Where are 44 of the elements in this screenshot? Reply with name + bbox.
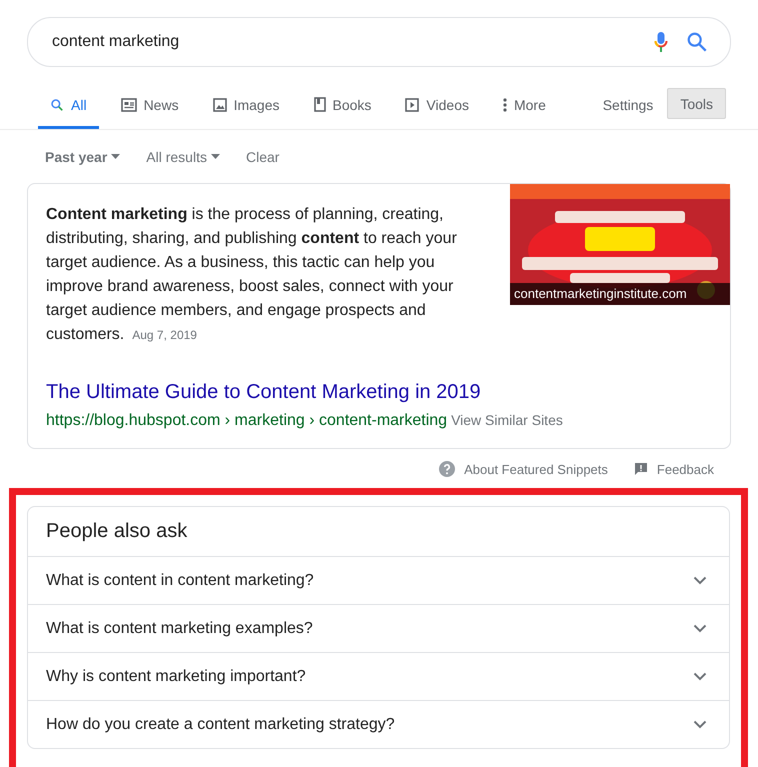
caret-icon [111,154,120,159]
search-tab[interactable]: All [38,83,99,129]
people-also-ask-heading: People also ask [45,519,188,544]
question-text[interactable]: What is content in content marketing? [46,572,314,590]
question-row[interactable]: Why is content marketing important? [28,652,729,700]
question-text[interactable]: What is content marketing examples? [46,620,313,638]
question-row[interactable]: How do you create a content marketing strategy? [28,700,729,748]
search-tab[interactable]: More [490,83,558,129]
more-icon [502,98,507,112]
help-icon [439,461,456,477]
clear-link[interactable]: Clear [246,148,280,164]
newspaper-icon [120,98,137,112]
search-tab[interactable]: News [108,83,191,129]
search-tab[interactable]: Images [200,83,292,129]
question-text[interactable]: How do you create a content marketing strategy? [46,716,395,734]
result-title-link[interactable]: The Ultimate Guide to Content Marketing in 2019 [46,381,730,404]
question-row[interactable]: What is content marketing examples? [28,604,729,652]
snippet-date: Aug 7, 2019 [132,328,197,342]
settings-link[interactable]: Settings [602,83,654,129]
play-icon [405,98,420,112]
microphone-icon[interactable] [654,31,668,53]
filter-dropdown[interactable]: Past year [45,148,120,164]
about-snippets-link[interactable]: About Featured Snippets [439,461,608,477]
caret-icon [210,154,220,159]
search-field[interactable]: content marketing [27,17,731,67]
snippet-text: Content marketing is the process of planning, creating, distributing, sharing, and publishing content to reach your target audience. As a business, this tactic can help you improve brand awareness, boost sales, connect with your target audience members, and engage prospects and customers. Aug 7, 2019 [45,205,458,345]
search-icon[interactable] [686,31,708,53]
view-similar-link[interactable]: View Similar Sites [451,412,563,428]
image-source-caption: contentmarketinginstitute.com [510,283,730,305]
search-tab[interactable]: Books [302,83,384,129]
about-snippets-text[interactable]: About Featured Snippets [464,462,608,476]
image-icon [212,98,227,112]
filter-dropdown[interactable]: All results [146,148,220,164]
search-tab[interactable]: Videos [393,83,481,129]
result-url: https://blog.hubspot.com › marketing › content-marketing [46,412,448,430]
book-icon [314,97,326,112]
search-input[interactable]: content marketing [50,32,636,52]
feedback-icon [634,462,648,476]
tools-button[interactable]: Tools [667,88,726,119]
feedback-text[interactable]: Feedback [656,462,714,476]
question-row[interactable]: What is content in content marketing? [28,556,729,604]
feedback-link[interactable]: Feedback [634,462,714,476]
question-text[interactable]: Why is content marketing important? [46,668,306,686]
search-icon [50,98,64,112]
